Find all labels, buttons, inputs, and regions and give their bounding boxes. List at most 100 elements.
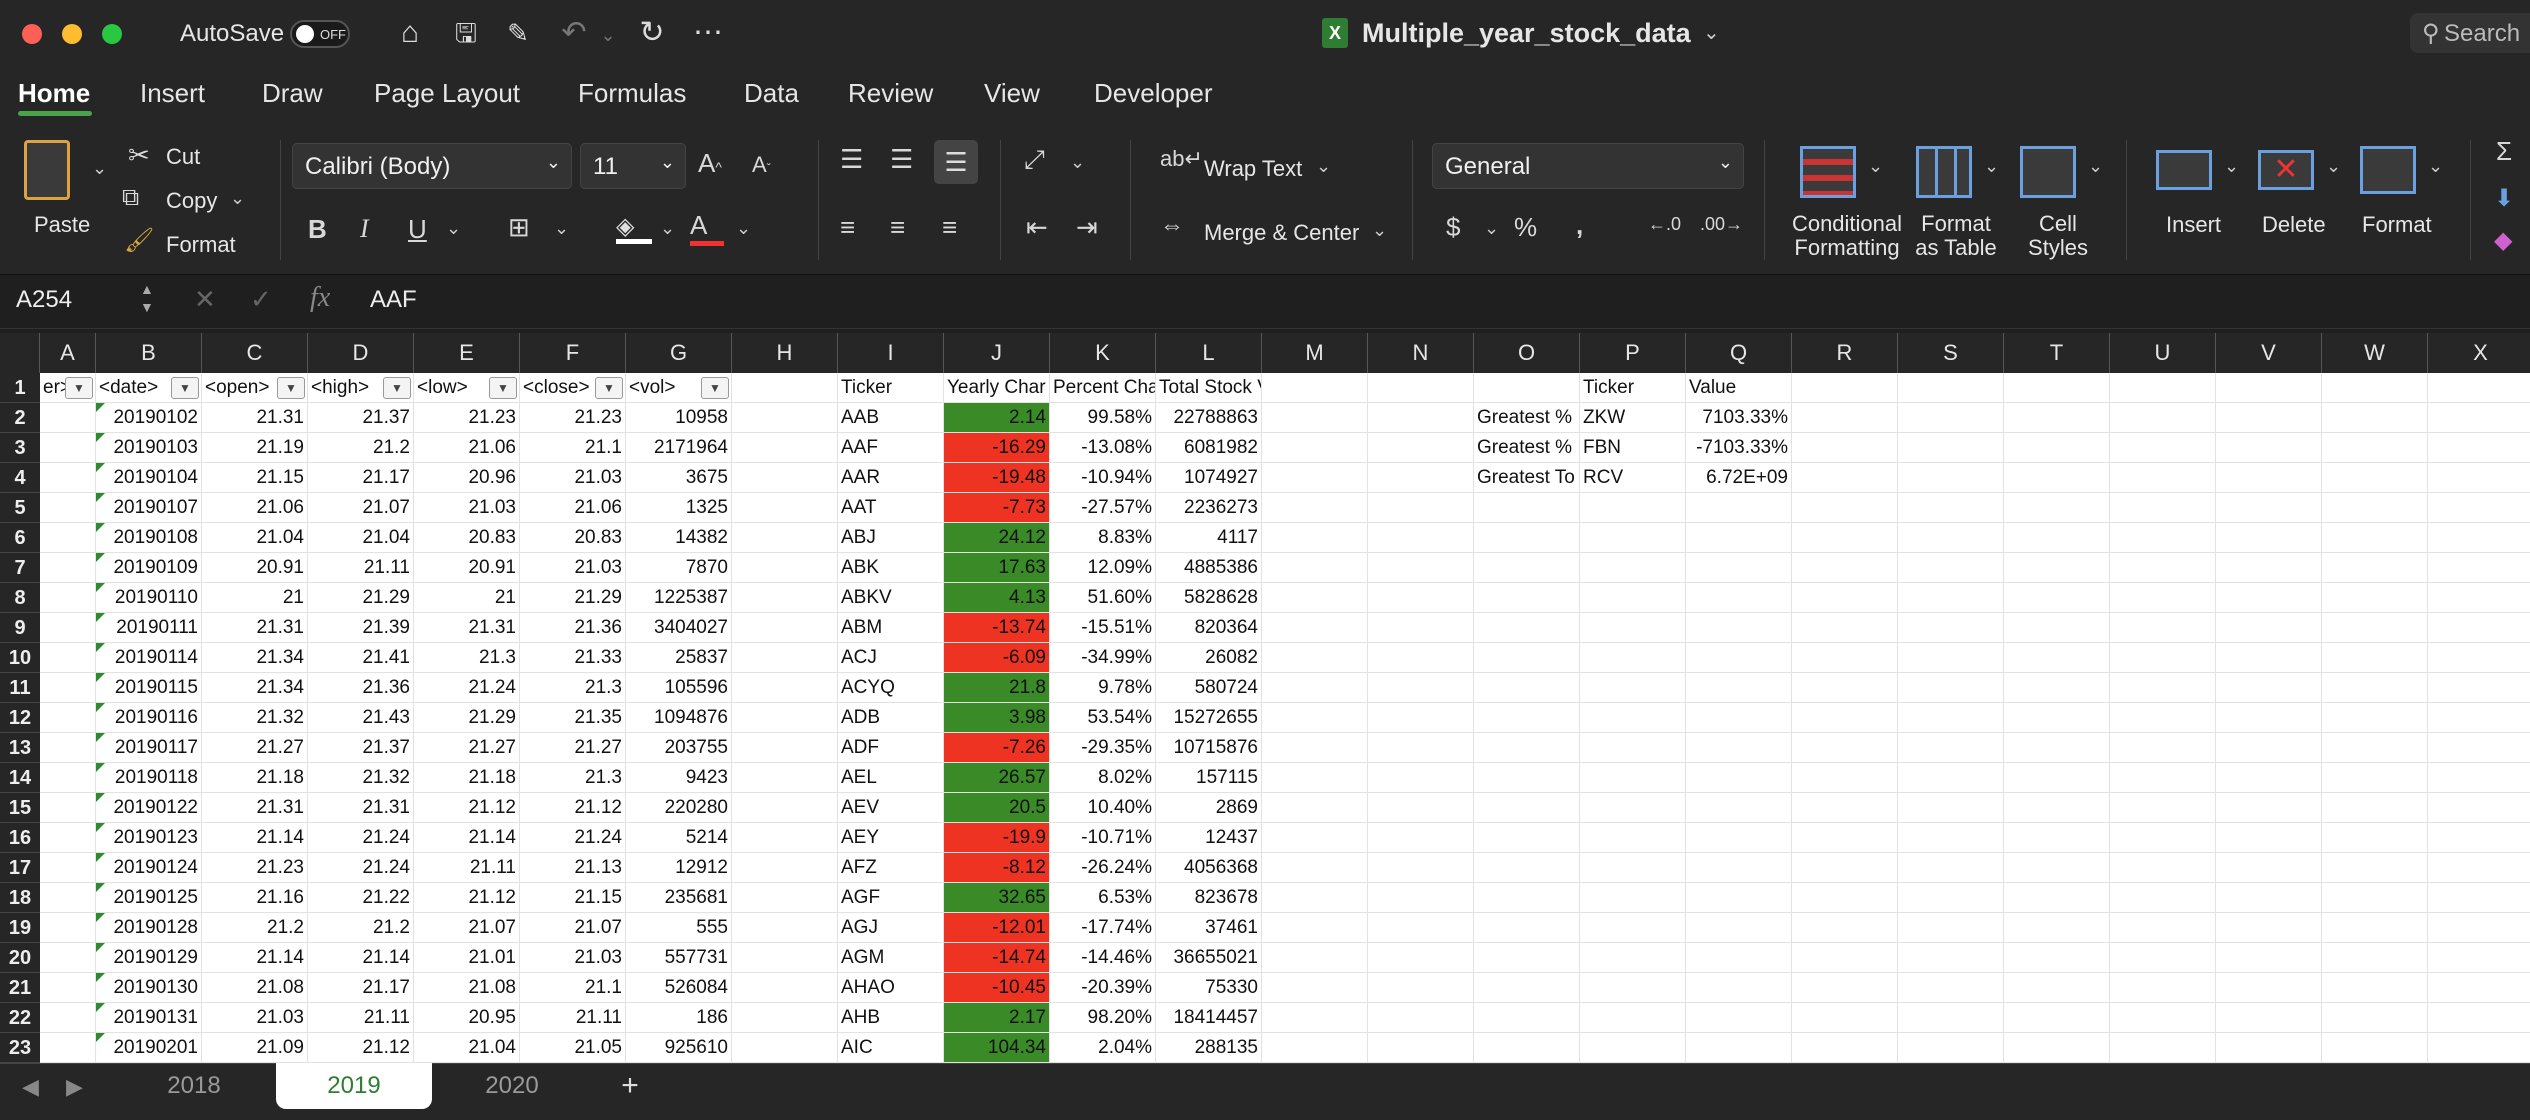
cell-b22[interactable]: 20190131 xyxy=(96,1003,202,1033)
cell-j14[interactable]: 26.57 xyxy=(944,763,1050,793)
cell-g21[interactable]: 526084 xyxy=(626,973,732,1003)
cell-w18[interactable] xyxy=(2322,883,2428,913)
underline-icon[interactable]: U xyxy=(408,214,427,245)
cell-e4[interactable]: 20.96 xyxy=(414,463,520,493)
cell-t1[interactable] xyxy=(2004,373,2110,403)
cell-o20[interactable] xyxy=(1474,943,1580,973)
cell-q3[interactable]: -7103.33% xyxy=(1686,433,1792,463)
autosum-icon[interactable]: Σ xyxy=(2496,136,2512,167)
cell-v4[interactable] xyxy=(2216,463,2322,493)
cell-k2[interactable]: 99.58% xyxy=(1050,403,1156,433)
cell-b20[interactable]: 20190129 xyxy=(96,943,202,973)
cell-e7[interactable]: 20.91 xyxy=(414,553,520,583)
cell-l20[interactable]: 36655021 xyxy=(1156,943,1262,973)
cell-m6[interactable] xyxy=(1262,523,1368,553)
row-header-13[interactable]: 13 xyxy=(0,733,40,763)
cell-i6[interactable]: ABJ xyxy=(838,523,944,553)
cell-c6[interactable]: 21.04 xyxy=(202,523,308,553)
merge-center-button[interactable]: Merge & Center xyxy=(1204,220,1359,246)
cell-f22[interactable]: 21.11 xyxy=(520,1003,626,1033)
cell-b15[interactable]: 20190122 xyxy=(96,793,202,823)
row-header-1[interactable]: 1 xyxy=(0,373,40,403)
cell-k13[interactable]: -29.35% xyxy=(1050,733,1156,763)
cell-q19[interactable] xyxy=(1686,913,1792,943)
cell-t8[interactable] xyxy=(2004,583,2110,613)
cell-n2[interactable] xyxy=(1368,403,1474,433)
cell-f12[interactable]: 21.35 xyxy=(520,703,626,733)
tab-review[interactable]: Review xyxy=(848,78,933,109)
cell-a17[interactable] xyxy=(40,853,96,883)
cell-m7[interactable] xyxy=(1262,553,1368,583)
cell-d4[interactable]: 21.17 xyxy=(308,463,414,493)
font-size-select[interactable]: 11 ⌄ xyxy=(580,143,686,189)
delete-cells-button[interactable]: Delete xyxy=(2262,212,2326,238)
column-header-k[interactable]: K xyxy=(1050,333,1156,373)
cell-d5[interactable]: 21.07 xyxy=(308,493,414,523)
cell-p10[interactable] xyxy=(1580,643,1686,673)
row-header-5[interactable]: 5 xyxy=(0,493,40,523)
cell-f7[interactable]: 21.03 xyxy=(520,553,626,583)
cell-f13[interactable]: 21.27 xyxy=(520,733,626,763)
borders-icon[interactable]: ⊞ xyxy=(508,212,530,243)
cell-i17[interactable]: AFZ xyxy=(838,853,944,883)
cell-s11[interactable] xyxy=(1898,673,2004,703)
cell-w20[interactable] xyxy=(2322,943,2428,973)
column-header-a[interactable]: A xyxy=(40,333,96,373)
sheet-tab-2018[interactable]: 2018 xyxy=(114,1063,274,1109)
cell-m9[interactable] xyxy=(1262,613,1368,643)
cell-t19[interactable] xyxy=(2004,913,2110,943)
cell-j10[interactable]: -6.09 xyxy=(944,643,1050,673)
cell-f4[interactable]: 21.03 xyxy=(520,463,626,493)
cell-r8[interactable] xyxy=(1792,583,1898,613)
cell-c23[interactable]: 21.09 xyxy=(202,1033,308,1063)
cell-g8[interactable]: 1225387 xyxy=(626,583,732,613)
name-box-stepper[interactable]: ▲ ▼ xyxy=(140,280,154,316)
filter-dropdown-icon[interactable]: ▼ xyxy=(277,377,305,399)
cell-i16[interactable]: AEY xyxy=(838,823,944,853)
cell-m8[interactable] xyxy=(1262,583,1368,613)
cell-j17[interactable]: -8.12 xyxy=(944,853,1050,883)
cell-t6[interactable] xyxy=(2004,523,2110,553)
conditional-formatting-icon[interactable] xyxy=(1800,146,1856,198)
cell-x10[interactable] xyxy=(2428,643,2530,673)
cell-w16[interactable] xyxy=(2322,823,2428,853)
cell-c13[interactable]: 21.27 xyxy=(202,733,308,763)
cell-v6[interactable] xyxy=(2216,523,2322,553)
cell-styles-button[interactable]: Cell Styles xyxy=(2018,212,2098,260)
cell-e11[interactable]: 21.24 xyxy=(414,673,520,703)
maximize-window-button[interactable] xyxy=(102,24,122,44)
cell-v13[interactable] xyxy=(2216,733,2322,763)
cell-j23[interactable]: 104.34 xyxy=(944,1033,1050,1063)
cell-m21[interactable] xyxy=(1262,973,1368,1003)
column-header-u[interactable]: U xyxy=(2110,333,2216,373)
cell-v21[interactable] xyxy=(2216,973,2322,1003)
cell-t20[interactable] xyxy=(2004,943,2110,973)
cell-g12[interactable]: 1094876 xyxy=(626,703,732,733)
cell-b7[interactable]: 20190109 xyxy=(96,553,202,583)
format-painter-icon[interactable]: 🖌 xyxy=(124,226,154,255)
cell-c17[interactable]: 21.23 xyxy=(202,853,308,883)
cell-b17[interactable]: 20190124 xyxy=(96,853,202,883)
cell-x8[interactable] xyxy=(2428,583,2530,613)
cell-w7[interactable] xyxy=(2322,553,2428,583)
cell-c8[interactable]: 21 xyxy=(202,583,308,613)
cell-g6[interactable]: 14382 xyxy=(626,523,732,553)
fill-icon[interactable]: ⬇ xyxy=(2494,184,2514,213)
cell-k14[interactable]: 8.02% xyxy=(1050,763,1156,793)
cell-x21[interactable] xyxy=(2428,973,2530,1003)
cell-i14[interactable]: AEL xyxy=(838,763,944,793)
increase-decimal-icon[interactable]: ←.0 xyxy=(1648,214,1681,235)
cell-h6[interactable] xyxy=(732,523,838,553)
cell-j8[interactable]: 4.13 xyxy=(944,583,1050,613)
orientation-dropdown-icon[interactable]: ⌄ xyxy=(1070,152,1085,173)
paste-icon[interactable] xyxy=(24,140,70,200)
cell-v23[interactable] xyxy=(2216,1033,2322,1063)
cell-d17[interactable]: 21.24 xyxy=(308,853,414,883)
cell-h8[interactable] xyxy=(732,583,838,613)
cell-j19[interactable]: -12.01 xyxy=(944,913,1050,943)
cell-j16[interactable]: -19.9 xyxy=(944,823,1050,853)
cell-l16[interactable]: 12437 xyxy=(1156,823,1262,853)
cell-w12[interactable] xyxy=(2322,703,2428,733)
cell-k18[interactable]: 6.53% xyxy=(1050,883,1156,913)
cell-o11[interactable] xyxy=(1474,673,1580,703)
